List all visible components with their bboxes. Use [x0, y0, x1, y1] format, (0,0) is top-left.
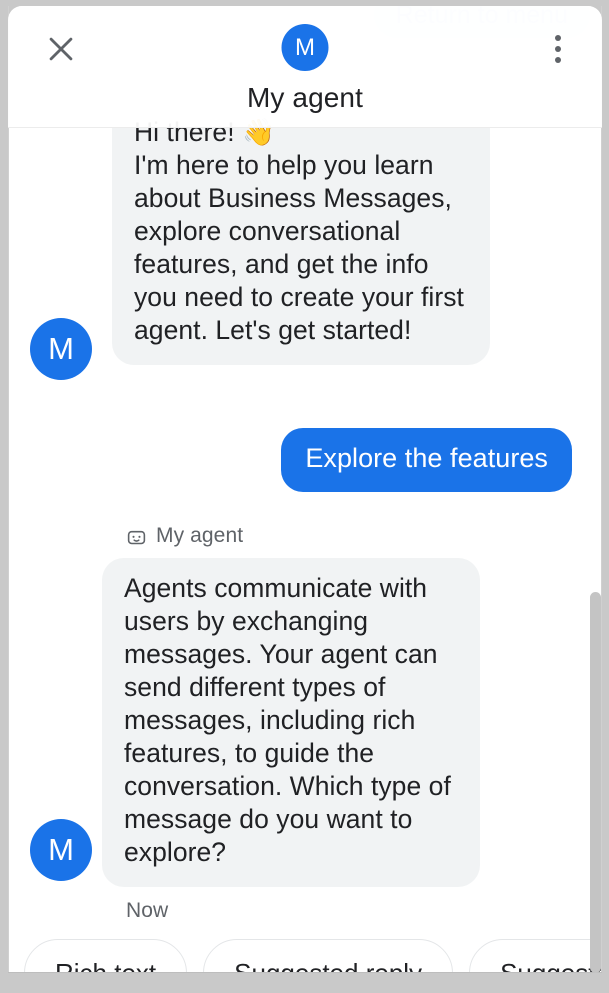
avatar: M [30, 318, 92, 380]
user-message-bubble: Explore the features [281, 428, 572, 492]
panel-edge-left [8, 6, 9, 973]
chat-header: M My agent [8, 6, 602, 128]
close-button[interactable] [39, 27, 83, 71]
app-window: Return to menu My agent M [0, 0, 609, 993]
smart-toy-icon [126, 526, 147, 547]
suggestion-chip-suggested-action[interactable]: Suggested action [469, 939, 602, 973]
suggestion-chip-suggested-reply[interactable]: Suggested reply [203, 939, 454, 973]
scrollbar-track[interactable] [589, 6, 602, 973]
message-row-user: Explore the features [8, 428, 602, 492]
agent-message-bubble: Agents communicate with users by exchang… [102, 558, 480, 887]
suggestion-chip-rich-text[interactable]: Rich text [24, 939, 188, 973]
avatar: M [30, 819, 92, 881]
agent-name-text: My agent [156, 524, 244, 547]
agent-name-label: My agent [126, 524, 602, 548]
message-timestamp: Now [126, 899, 169, 922]
scrollbar-thumb[interactable] [590, 592, 601, 973]
page-title: My agent [247, 82, 363, 113]
header-avatar: M [281, 24, 329, 71]
agent-message-bubble: Hi there! 👋 I'm here to help you learn a… [112, 116, 490, 365]
overflow-menu-icon [555, 35, 561, 41]
overflow-menu-button[interactable] [536, 26, 580, 72]
message-row-agent-1: M Hi there! 👋 I'm here to help you learn… [8, 116, 602, 396]
message-row-agent-2: M Agents communicate with users by excha… [8, 558, 602, 887]
panel-edge-bottom [8, 972, 602, 973]
overflow-menu-icon [555, 57, 561, 63]
close-icon [44, 32, 78, 66]
message-list: M Hi there! 👋 I'm here to help you learn… [8, 116, 602, 973]
chat-panel: Return to menu My agent M [8, 6, 602, 973]
overflow-menu-icon [555, 46, 561, 52]
suggestion-chips[interactable]: Rich text Suggested reply Suggested acti… [8, 923, 602, 973]
conversation-scroll-region[interactable]: Return to menu My agent M [8, 6, 602, 973]
